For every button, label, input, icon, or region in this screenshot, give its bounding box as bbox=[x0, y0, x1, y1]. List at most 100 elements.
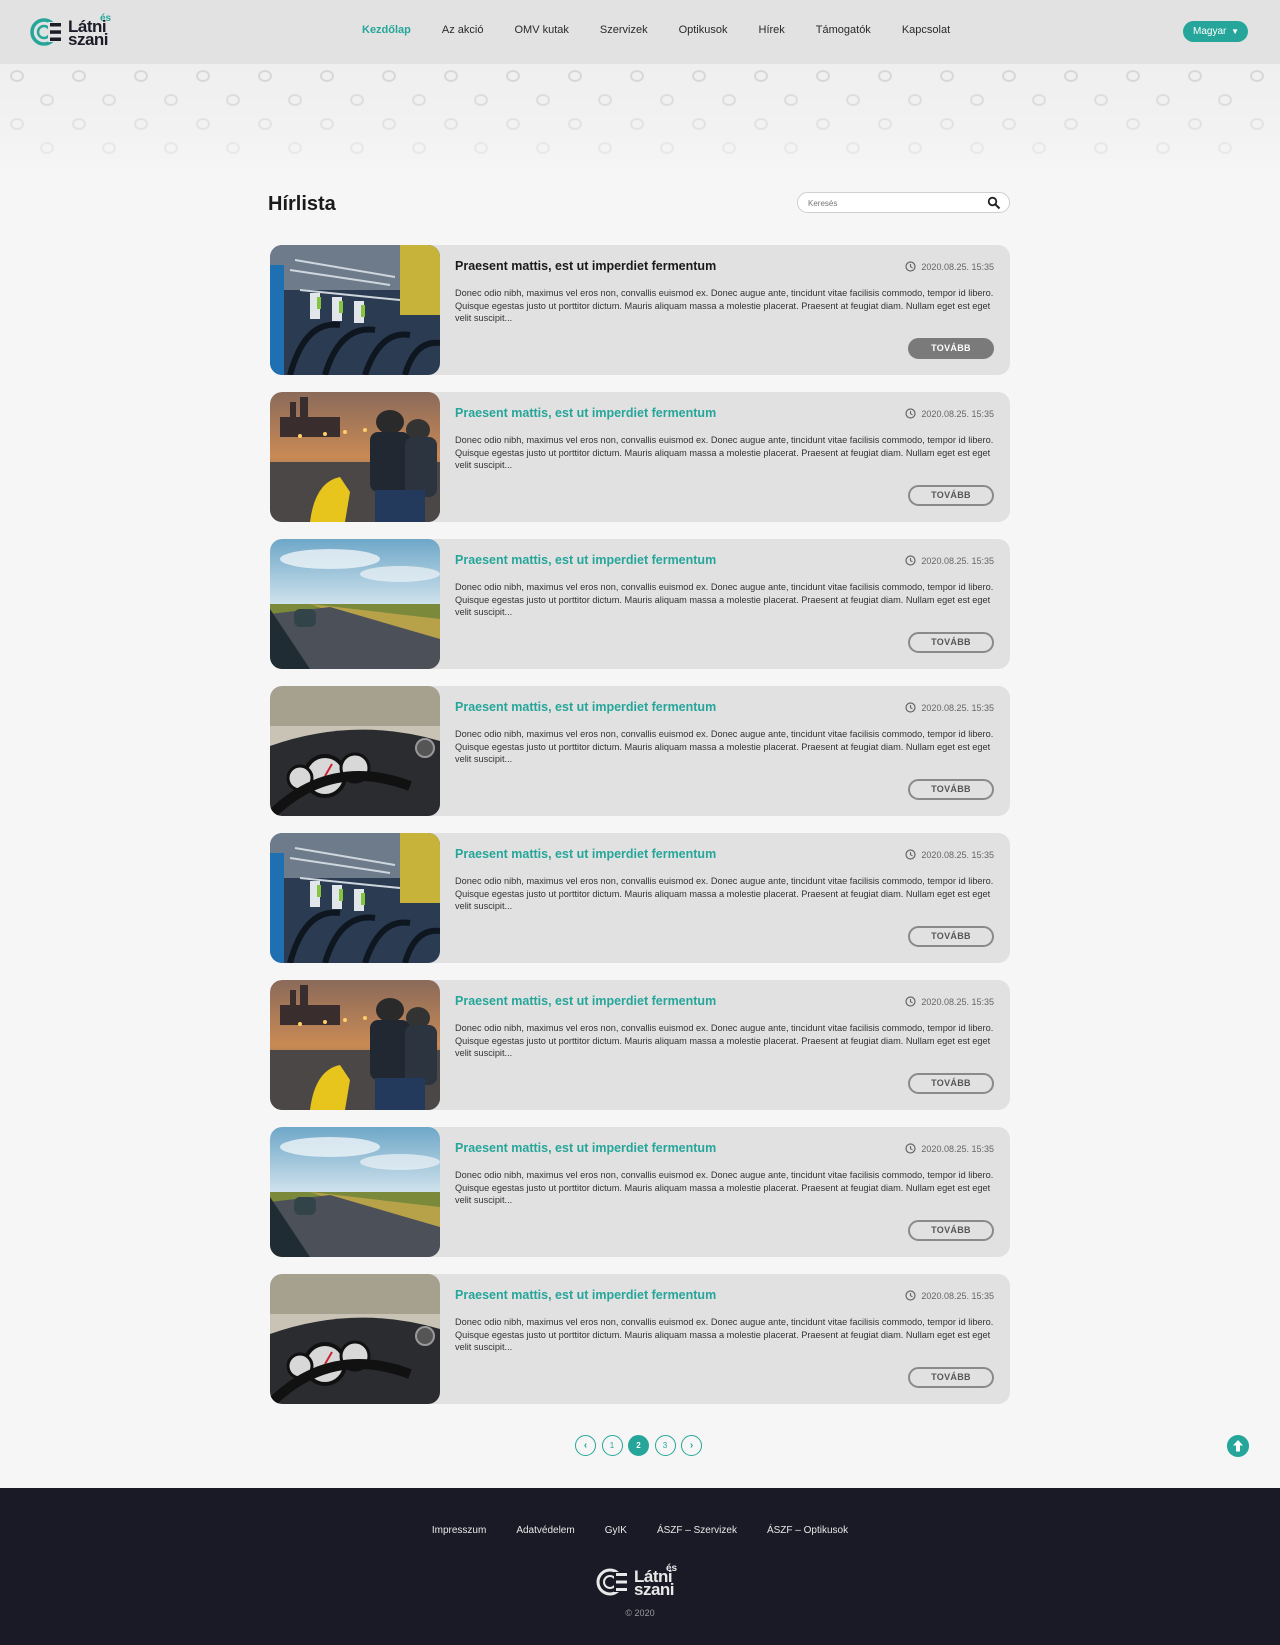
scroll-to-top-icon[interactable] bbox=[1227, 1435, 1249, 1457]
pattern-glyph bbox=[102, 94, 116, 106]
search-icon[interactable] bbox=[987, 196, 1001, 210]
news-title[interactable]: Praesent mattis, est ut imperdiet fermen… bbox=[455, 847, 716, 861]
pattern-glyph bbox=[10, 70, 24, 82]
pattern-glyph bbox=[970, 94, 984, 106]
news-thumbnail[interactable] bbox=[270, 833, 440, 963]
news-excerpt: Donec odio nibh, maximus vel eros non, c… bbox=[455, 435, 994, 470]
nav-item-omv[interactable]: OMV kutak bbox=[514, 24, 568, 36]
news-title[interactable]: Praesent mattis, est ut imperdiet fermen… bbox=[455, 1141, 716, 1155]
news-excerpt: Donec odio nibh, maximus vel eros non, c… bbox=[455, 876, 994, 911]
news-thumbnail[interactable] bbox=[270, 1274, 440, 1404]
clock-icon bbox=[905, 1143, 917, 1154]
pattern-glyph bbox=[1002, 70, 1016, 82]
pattern-glyph bbox=[506, 118, 520, 130]
news-thumbnail[interactable] bbox=[270, 686, 440, 816]
pattern-glyph bbox=[754, 118, 768, 130]
news-thumbnail[interactable] bbox=[270, 1127, 440, 1257]
read-more-button[interactable]: TOVÁBB bbox=[908, 1367, 994, 1388]
pattern-glyph bbox=[1218, 94, 1232, 106]
pattern-glyph bbox=[598, 94, 612, 106]
news-card: Praesent mattis, est ut imperdiet fermen… bbox=[270, 392, 1010, 522]
news-card: Praesent mattis, est ut imperdiet fermen… bbox=[270, 686, 1010, 816]
pattern-glyph bbox=[816, 118, 830, 130]
pattern-glyph bbox=[1064, 118, 1078, 130]
nav-item-home[interactable]: Kezdőlap bbox=[362, 24, 411, 36]
pattern-glyph bbox=[444, 118, 458, 130]
read-more-button[interactable]: TOVÁBB bbox=[908, 485, 994, 506]
pattern-glyph bbox=[1250, 70, 1264, 82]
news-list: Praesent mattis, est ut imperdiet fermen… bbox=[270, 245, 1010, 1421]
footer-link-privacy[interactable]: Adatvédelem bbox=[516, 1525, 574, 1536]
news-thumbnail[interactable] bbox=[270, 539, 440, 669]
footer-link-terms-services[interactable]: ÁSZF – Szervizek bbox=[657, 1525, 737, 1536]
read-more-button[interactable]: TOVÁBB bbox=[908, 632, 994, 653]
pattern-glyph bbox=[568, 70, 582, 82]
news-excerpt: Donec odio nibh, maximus vel eros non, c… bbox=[455, 1317, 994, 1352]
pattern-glyph bbox=[412, 94, 426, 106]
read-more-button[interactable]: TOVÁBB bbox=[908, 779, 994, 800]
language-label: Magyar bbox=[1193, 26, 1227, 37]
pattern-glyph bbox=[722, 94, 736, 106]
pattern-glyph bbox=[784, 94, 798, 106]
pattern-glyph bbox=[1188, 118, 1202, 130]
nav-item-news[interactable]: Hírek bbox=[759, 24, 785, 36]
clock-icon bbox=[905, 849, 917, 860]
search-input[interactable] bbox=[808, 194, 978, 213]
read-more-button[interactable]: TOVÁBB bbox=[908, 1220, 994, 1241]
news-thumbnail[interactable] bbox=[270, 245, 440, 375]
news-title[interactable]: Praesent mattis, est ut imperdiet fermen… bbox=[455, 700, 716, 714]
footer-link-imprint[interactable]: Impresszum bbox=[432, 1525, 486, 1536]
news-thumbnail[interactable] bbox=[270, 980, 440, 1110]
clock-icon bbox=[905, 702, 917, 713]
news-title[interactable]: Praesent mattis, est ut imperdiet fermen… bbox=[455, 1288, 716, 1302]
copyright: © 2020 bbox=[625, 1608, 655, 1618]
news-date-text: 2020.08.25. 15:35 bbox=[921, 702, 994, 713]
footer-link-faq[interactable]: GyIK bbox=[605, 1525, 627, 1536]
language-select[interactable]: Magyar ▼ bbox=[1183, 21, 1248, 42]
news-date: 2020.08.25. 15:35 bbox=[905, 1143, 994, 1154]
pattern-glyph bbox=[878, 118, 892, 130]
news-excerpt: Donec odio nibh, maximus vel eros non, c… bbox=[455, 729, 994, 764]
news-date: 2020.08.25. 15:35 bbox=[905, 408, 994, 419]
pattern-glyph bbox=[288, 94, 302, 106]
news-title[interactable]: Praesent mattis, est ut imperdiet fermen… bbox=[455, 553, 716, 567]
news-date: 2020.08.25. 15:35 bbox=[905, 555, 994, 566]
footer-links: Impresszum Adatvédelem GyIK ÁSZF – Szerv… bbox=[0, 1525, 1280, 1536]
news-title[interactable]: Praesent mattis, est ut imperdiet fermen… bbox=[455, 994, 716, 1008]
news-date-text: 2020.08.25. 15:35 bbox=[921, 555, 994, 566]
chevron-right-icon[interactable]: › bbox=[681, 1435, 702, 1456]
nav-item-opticians[interactable]: Optikusok bbox=[679, 24, 728, 36]
logo-wordmark: Látni szani bbox=[68, 17, 109, 49]
pattern-glyph bbox=[1094, 142, 1108, 154]
news-date-text: 2020.08.25. 15:35 bbox=[921, 996, 994, 1007]
pattern-glyph bbox=[1250, 118, 1264, 130]
pattern-glyph bbox=[1002, 118, 1016, 130]
chevron-left-icon[interactable]: ‹ bbox=[575, 1435, 596, 1456]
read-more-button[interactable]: TOVÁBB bbox=[908, 926, 994, 947]
nav-item-campaign[interactable]: Az akció bbox=[442, 24, 484, 36]
pattern-glyph bbox=[1126, 70, 1140, 82]
pattern-glyph bbox=[226, 94, 240, 106]
page-button[interactable]: 3 bbox=[654, 1435, 676, 1456]
site-logo[interactable]: és Látni szani bbox=[30, 13, 130, 50]
news-title[interactable]: Praesent mattis, est ut imperdiet fermen… bbox=[455, 406, 716, 420]
pattern-glyph bbox=[320, 70, 334, 82]
nav-item-sponsors[interactable]: Támogatók bbox=[816, 24, 871, 36]
pattern-glyph bbox=[1032, 94, 1046, 106]
pattern-glyph bbox=[722, 142, 736, 154]
nav-item-contact[interactable]: Kapcsolat bbox=[902, 24, 950, 36]
news-title[interactable]: Praesent mattis, est ut imperdiet fermen… bbox=[455, 259, 716, 273]
nav-item-services[interactable]: Szervizek bbox=[600, 24, 648, 36]
clock-icon bbox=[905, 1290, 917, 1301]
page-button[interactable]: 1 bbox=[601, 1435, 623, 1456]
pattern-glyph bbox=[630, 118, 644, 130]
news-thumbnail[interactable] bbox=[270, 392, 440, 522]
read-more-button[interactable]: TOVÁBB bbox=[908, 1073, 994, 1094]
pattern-glyph bbox=[258, 118, 272, 130]
page-button-current[interactable]: 2 bbox=[628, 1435, 649, 1456]
footer-link-terms-opticians[interactable]: ÁSZF – Optikusok bbox=[767, 1525, 848, 1536]
footer-logo[interactable]: és Látni szani bbox=[596, 1563, 686, 1600]
read-more-button[interactable]: TOVÁBB bbox=[908, 338, 994, 359]
pattern-glyph bbox=[908, 94, 922, 106]
logo-wordmark: Látni szani bbox=[634, 1567, 675, 1599]
